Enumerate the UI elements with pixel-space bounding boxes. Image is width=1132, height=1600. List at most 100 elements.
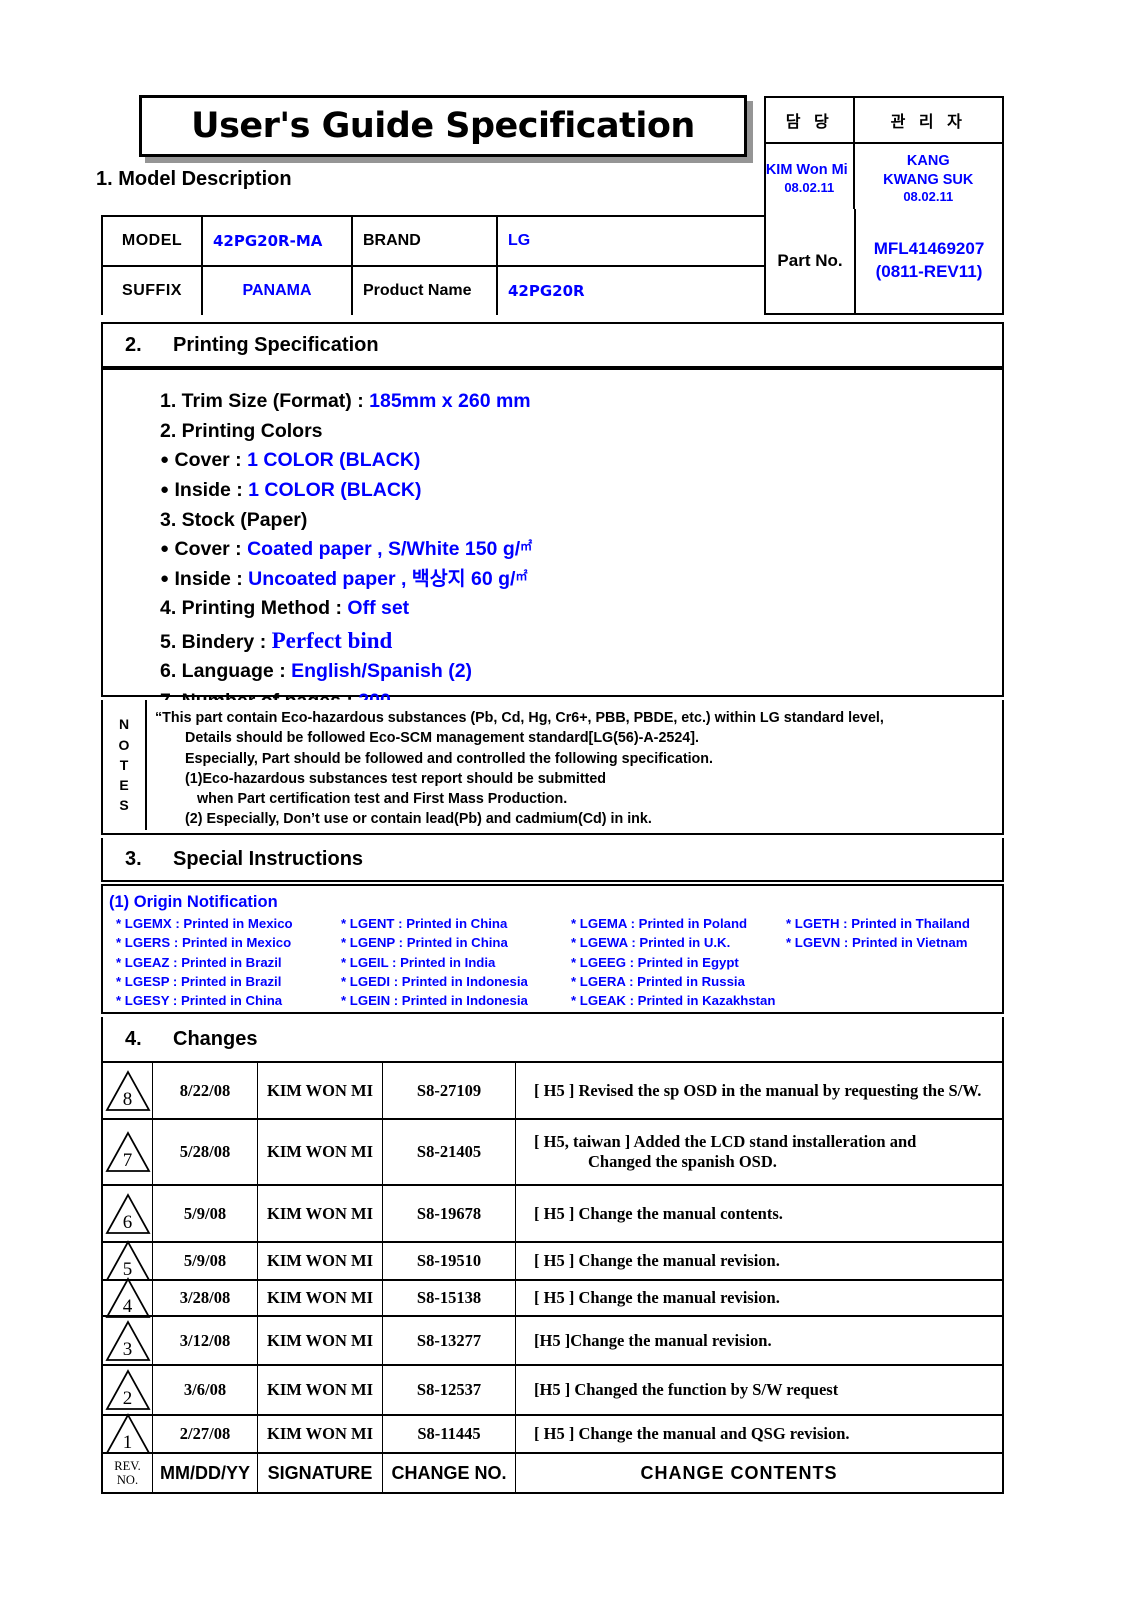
table-row: 1 2/27/08 KIM WON MI S8-11445 [ H5 ] Cha… bbox=[103, 1413, 1002, 1455]
spec-stock-inside-value: Uncoated paper , 백상지 60 g/ bbox=[248, 567, 516, 590]
section-3-number: 3. bbox=[125, 847, 142, 870]
spec-printing-colors: 2. Printing Colors bbox=[160, 419, 323, 442]
approval-manager-date: 08.02.11 bbox=[903, 188, 954, 204]
part-no-box: Part No. MFL41469207 (0811-REV11) bbox=[764, 209, 1004, 315]
model-label: MODEL bbox=[103, 217, 203, 265]
notes-line: Details should be followed Eco-SCM manag… bbox=[185, 730, 699, 747]
section-3-heading-bar: 3. Special Instructions bbox=[101, 838, 1004, 882]
revision-marker: 6 bbox=[103, 1186, 153, 1241]
origin-notification-title: (1) Origin Notification bbox=[109, 893, 278, 911]
revision-signature: KIM WON MI bbox=[258, 1186, 383, 1241]
revision-signature: KIM WON MI bbox=[258, 1063, 383, 1118]
spec-colors-cover-label: Cover : bbox=[174, 449, 248, 472]
revision-contents: [ H5, taiwan ] Added the LCD stand insta… bbox=[516, 1120, 1002, 1184]
revision-change-no: S8-11445 bbox=[383, 1416, 516, 1452]
origin-entry: * LGENP : Printed in China bbox=[341, 935, 508, 951]
spec-bindery-value: Perfect bind bbox=[271, 628, 393, 653]
revision-change-no: S8-21405 bbox=[383, 1120, 516, 1184]
notes-line: “This part contain Eco-hazardous substan… bbox=[155, 710, 884, 726]
origin-entry: * LGEMX : Printed in Mexico bbox=[116, 916, 293, 931]
revision-date: 5/28/08 bbox=[153, 1120, 258, 1184]
revision-signature: KIM WON MI bbox=[258, 1281, 383, 1315]
origin-entry: * LGEEG : Printed in Egypt bbox=[571, 954, 739, 970]
part-no-line2: (0811-REV11) bbox=[875, 262, 983, 281]
origin-row: * LGERS : Printed in Mexico * LGENP : Pr… bbox=[106, 933, 1002, 952]
revision-triangle-icon: 5 bbox=[104, 1240, 151, 1282]
section-4-number: 4. bbox=[125, 1027, 142, 1050]
section-3-heading: Special Instructions bbox=[173, 847, 364, 870]
revision-marker: 7 bbox=[103, 1120, 153, 1184]
bullet-icon: ● bbox=[160, 540, 170, 558]
approval-charge-name: KIM Won Mi bbox=[765, 162, 848, 179]
revision-date: 8/22/08 bbox=[153, 1063, 258, 1118]
origin-entry bbox=[786, 953, 1002, 972]
origin-entry: * LGETH : Printed in Thailand bbox=[786, 916, 970, 931]
origin-notification-box: (1) Origin Notification * LGEMX : Printe… bbox=[101, 884, 1004, 1014]
origin-entry: * LGEVN : Printed in Vietnam bbox=[786, 935, 968, 951]
model-description-table: MODEL 42PG20R-MA BRAND LG SUFFIX PANAMA … bbox=[101, 215, 766, 315]
section-4-heading: Changes bbox=[173, 1027, 258, 1050]
spec-trim-value: 185mm x 260 mm bbox=[369, 390, 531, 412]
approval-header-charge: 담 당 bbox=[766, 98, 855, 142]
table-row: SUFFIX PANAMA Product Name 42PG20R bbox=[103, 267, 764, 315]
origin-entry: * LGEIL : Printed in India bbox=[341, 954, 496, 970]
notes-line: when Part certification test and First M… bbox=[197, 791, 568, 808]
revision-marker: 4 bbox=[103, 1277, 153, 1318]
origin-body: (1) Origin Notification * LGEMX : Printe… bbox=[103, 886, 1002, 1017]
notes-wrap: N O T E S “This part contain Eco-hazardo… bbox=[103, 700, 1002, 830]
revision-triangle-icon: 2 bbox=[104, 1369, 151, 1411]
revision-change-no: S8-15138 bbox=[383, 1281, 516, 1315]
spec-stock-inside-unit: ㎡ bbox=[515, 568, 528, 583]
table-row: 7 5/28/08 KIM WON MI S8-21405 [ H5, taiw… bbox=[103, 1120, 1002, 1186]
origin-row: * LGESY : Printed in China * LGEIN : Pri… bbox=[106, 991, 1002, 1010]
revision-triangle-icon: 4 bbox=[104, 1277, 151, 1319]
revision-triangle-icon: 7 bbox=[104, 1131, 151, 1173]
revision-contents: [ H5 ] Change the manual revision. bbox=[534, 1251, 780, 1270]
column-header-rev-no: REV. NO. bbox=[103, 1454, 153, 1492]
bullet-icon: ● bbox=[160, 480, 170, 498]
approval-charge-date: 08.02.11 bbox=[784, 179, 835, 195]
spec-bindery: 5. Bindery : Perfect bind bbox=[160, 624, 1002, 657]
revision-triangle-icon: 1 bbox=[104, 1413, 151, 1455]
model-value: 42PG20R-MA bbox=[203, 217, 353, 265]
brand-value: LG bbox=[508, 232, 531, 249]
suffix-value: PANAMA bbox=[203, 267, 353, 315]
product-name-label: Product Name bbox=[353, 267, 498, 315]
suffix-label: SUFFIX bbox=[103, 267, 203, 315]
revision-contents: [ H5 ] Revised the sp OSD in the manual … bbox=[534, 1080, 982, 1100]
origin-entry: * LGEMA : Printed in Poland bbox=[571, 916, 748, 931]
column-header-date: MM/DD/YY bbox=[153, 1454, 258, 1492]
spec-colors-cover-value: 1 COLOR (BLACK) bbox=[247, 449, 421, 472]
notes-body: “This part contain Eco-hazardous substan… bbox=[147, 700, 1002, 830]
bullet-icon: ● bbox=[160, 451, 170, 469]
revision-date: 3/6/08 bbox=[153, 1366, 258, 1414]
table-row: 3 3/12/08 KIM WON MI S8-13277 [H5 ]Chang… bbox=[103, 1317, 1002, 1366]
printing-specification-box: 1. Trim Size (Format) : 185mm x 260 mm 2… bbox=[101, 368, 1004, 712]
revision-marker: 1 bbox=[103, 1413, 153, 1455]
approval-manager-name-line1: KANG bbox=[906, 153, 950, 170]
revision-marker: 5 bbox=[103, 1240, 153, 1282]
spec-language-label: 6. Language : bbox=[160, 660, 292, 683]
section-2-heading-bar: 2. Printing Specification bbox=[101, 322, 1004, 368]
printing-spec-list: 1. Trim Size (Format) : 185mm x 260 mm 2… bbox=[103, 370, 1002, 727]
table-row: 5 5/9/08 KIM WON MI S8-19510 [ H5 ] Chan… bbox=[103, 1240, 1002, 1282]
revision-change-no: S8-13277 bbox=[383, 1317, 516, 1364]
revision-date: 3/28/08 bbox=[153, 1281, 258, 1315]
origin-entry bbox=[786, 991, 1002, 1010]
page-title-box: User's Guide Specification bbox=[139, 95, 747, 157]
origin-entry: * LGENT : Printed in China bbox=[341, 916, 508, 931]
spec-colors-inside-value: 1 COLOR (BLACK) bbox=[248, 478, 422, 501]
revision-date: 2/27/08 bbox=[153, 1416, 258, 1452]
spec-bindery-label: 5. Bindery : bbox=[160, 631, 272, 653]
spec-printing-method: 4. Printing Method : Off set bbox=[160, 594, 1002, 624]
origin-entry: * LGESY : Printed in China bbox=[116, 993, 283, 1009]
revision-contents: [H5 ] Changed the function by S/W reques… bbox=[534, 1380, 839, 1399]
spec-trim-label: 1. Trim Size (Format) : bbox=[160, 390, 370, 412]
origin-row: * LGESP : Printed in Brazil * LGEDI : Pr… bbox=[106, 972, 1002, 991]
revision-change-no: S8-19678 bbox=[383, 1186, 516, 1241]
revision-date: 5/9/08 bbox=[153, 1243, 258, 1279]
spec-stock-cover: ● Cover : Coated paper , S/White 150 g/㎡ bbox=[160, 535, 1002, 565]
approval-header-row: 담 당 관 리 자 bbox=[766, 98, 1002, 144]
bullet-icon: ● bbox=[160, 569, 170, 587]
spec-colors-cover: ● Cover : 1 COLOR (BLACK) bbox=[160, 446, 1002, 476]
